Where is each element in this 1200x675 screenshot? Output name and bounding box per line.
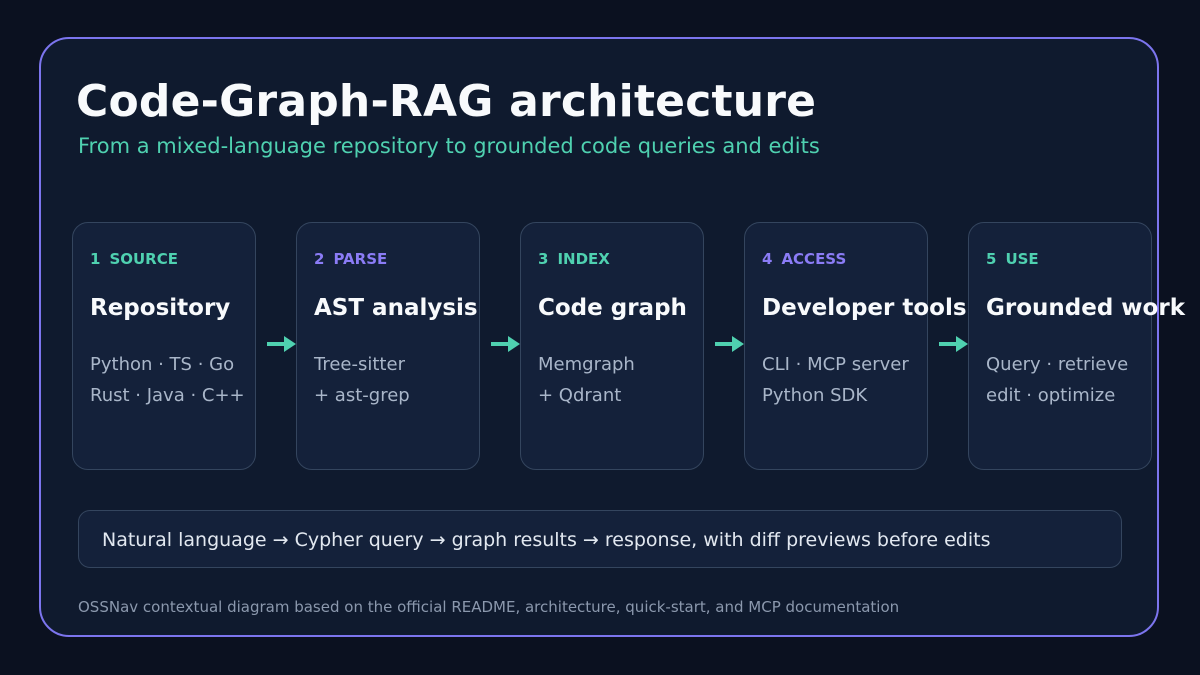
stage-step-label: 2 PARSE [314, 250, 387, 268]
stage-name: Developer tools [762, 295, 967, 321]
stage-name: Grounded work [986, 295, 1185, 321]
right-arrow-icon [939, 336, 968, 352]
right-arrow-icon [267, 336, 296, 352]
footer-note: OSSNav contextual diagram based on the o… [78, 598, 900, 616]
stage-tag: INDEX [557, 250, 610, 268]
stage-tag: SOURCE [109, 250, 178, 268]
stage-step-label: 4 ACCESS [762, 250, 846, 268]
stage-card-parse: 2 PARSE AST analysis Tree-sitter + ast-gr… [296, 222, 480, 470]
stage-tag: PARSE [333, 250, 388, 268]
query-flow-text: Natural language → Cypher query → graph … [102, 529, 991, 551]
stage-step-label: 1 SOURCE [90, 250, 178, 268]
page-subtitle: From a mixed-language repository to grou… [78, 134, 820, 158]
page-title: Code-Graph-RAG architecture [76, 76, 817, 127]
stage-card-access: 4 ACCESS Developer tools CLI · MCP server… [744, 222, 967, 470]
query-flow-box: Natural language → Cypher query → graph … [78, 510, 1122, 568]
stage-name: Repository [90, 295, 231, 321]
stage-number: 4 [762, 250, 773, 268]
stage-tag: ACCESS [781, 250, 847, 268]
stage-detail-line: Memgraph [538, 354, 635, 375]
stage-detail-line: Tree-sitter [314, 354, 405, 375]
stage-card-index: 3 INDEX Code graph Memgraph + Qdrant [520, 222, 704, 470]
stage-detail-line: Python · TS · Go [90, 354, 235, 375]
stage-detail-line: + ast-grep [314, 385, 410, 406]
stage-detail-line: Rust · Java · C++ [90, 385, 245, 406]
stage-step-label: 3 INDEX [538, 250, 610, 268]
stage-detail-line: edit · optimize [986, 385, 1116, 406]
stage-number: 2 [314, 250, 325, 268]
stage-step-label: 5 USE [986, 250, 1039, 268]
stage-detail-line: + Qdrant [538, 385, 622, 406]
right-arrow-icon [715, 336, 744, 352]
stage-card-use: 5 USE Grounded work Query · retrieve edit… [968, 222, 1185, 470]
stage-card-source: 1 SOURCE Repository Python · TS · Go Rust… [72, 222, 256, 470]
right-arrow-icon [491, 336, 520, 352]
stage-detail-line: Query · retrieve [986, 354, 1129, 375]
stage-number: 5 [986, 250, 997, 268]
stage-number: 1 [90, 250, 101, 268]
stage-detail-line: CLI · MCP server [762, 354, 909, 375]
stage-name: Code graph [538, 295, 687, 321]
stage-number: 3 [538, 250, 549, 268]
stage-detail-line: Python SDK [762, 385, 868, 406]
stage-name: AST analysis [314, 295, 478, 321]
stage-tag: USE [1005, 250, 1039, 268]
